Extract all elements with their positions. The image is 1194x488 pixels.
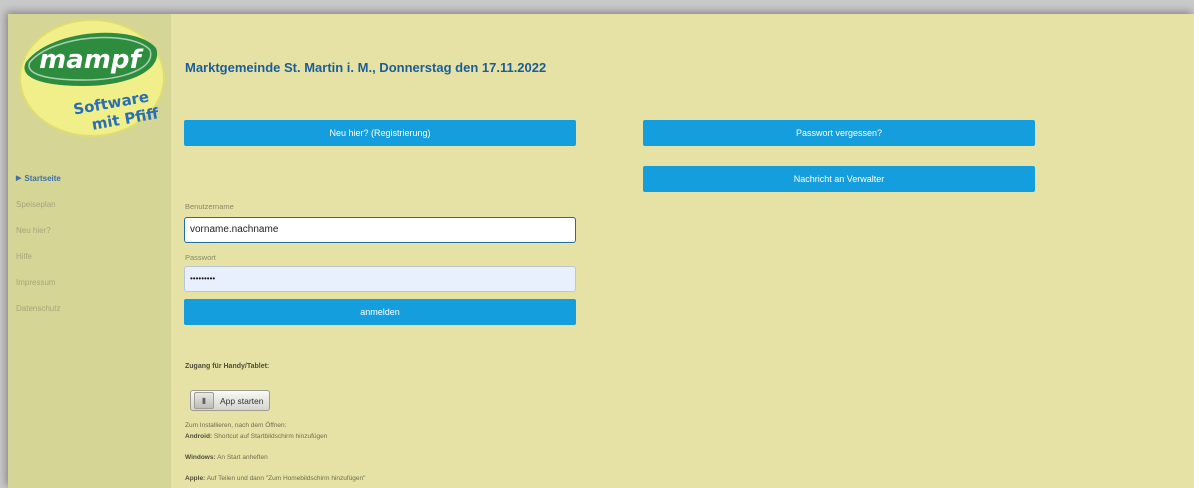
sidebar-item-datenschutz[interactable]: Datenschutz: [8, 296, 171, 322]
apple-text: Auf Teilen und dann "Zum Homebildschirm …: [206, 475, 366, 482]
sidebar-item-speiseplan[interactable]: Speiseplan: [8, 192, 171, 218]
mampf-logo[interactable]: mampf Software mit Pfiff: [16, 18, 170, 140]
apple-label: Apple:: [185, 475, 206, 482]
sidebar-item-label: Startseite: [24, 174, 61, 183]
sidebar-item-label: Hilfe: [16, 252, 33, 261]
main-content: Marktgemeinde St. Martin i. M., Donnerst…: [171, 14, 1194, 488]
register-button[interactable]: Neu hier? (Registrierung): [184, 120, 576, 146]
android-label: Android:: [185, 433, 213, 440]
app-icon: ▮: [194, 392, 214, 409]
login-button[interactable]: anmelden: [184, 299, 576, 325]
apple-instruction: Apple: Auf Teilen und dann "Zum Homebild…: [185, 475, 365, 482]
app-start-button[interactable]: ▮ App starten: [190, 390, 270, 411]
windows-label: Windows:: [185, 454, 216, 461]
sidebar-item-impressum[interactable]: Impressum: [8, 270, 171, 296]
sidebar-item-label: Speiseplan: [16, 200, 56, 209]
install-note: Zum Installieren, nach dem Öffnen:: [185, 422, 287, 429]
android-instruction: Android: Shortcut auf Startbildschirm hi…: [185, 433, 327, 440]
sidebar-item-label: Impressum: [16, 278, 56, 287]
sidebar-item-label: Neu hier?: [16, 226, 51, 235]
forgot-password-button[interactable]: Passwort vergessen?: [643, 120, 1035, 146]
sidebar-nav: ▶ Startseite Speiseplan Neu hier? Hilfe …: [8, 166, 171, 322]
username-field[interactable]: vorname.nachname: [184, 217, 576, 243]
username-label: Benutzername: [185, 202, 234, 211]
android-text: Shortcut auf Startbildschirm hinzufügen: [213, 433, 328, 440]
logo-graphic: mampf Software mit Pfiff: [19, 19, 165, 137]
message-admin-button[interactable]: Nachricht an Verwalter: [643, 166, 1035, 192]
sidebar-item-startseite[interactable]: ▶ Startseite: [8, 166, 171, 192]
page-title: Marktgemeinde St. Martin i. M., Donnerst…: [185, 60, 547, 75]
sidebar-item-label: Datenschutz: [16, 304, 61, 313]
app-window: mampf Software mit Pfiff ▶ Startseite Sp…: [8, 14, 1194, 488]
app-start-label: App starten: [220, 395, 264, 406]
mobile-access-heading: Zugang für Handy/Tablet:: [185, 363, 270, 370]
sidebar: mampf Software mit Pfiff ▶ Startseite Sp…: [8, 14, 171, 488]
windows-instruction: Windows: An Start anheften: [185, 454, 268, 461]
password-label: Passwort: [185, 253, 216, 262]
sidebar-item-neu-hier[interactable]: Neu hier?: [8, 218, 171, 244]
password-field[interactable]: •••••••••: [184, 266, 576, 292]
caret-right-icon: ▶: [16, 175, 22, 182]
windows-text: An Start anheften: [217, 454, 268, 461]
sidebar-item-hilfe[interactable]: Hilfe: [8, 244, 171, 270]
logo-brand-text: mampf: [39, 45, 144, 75]
